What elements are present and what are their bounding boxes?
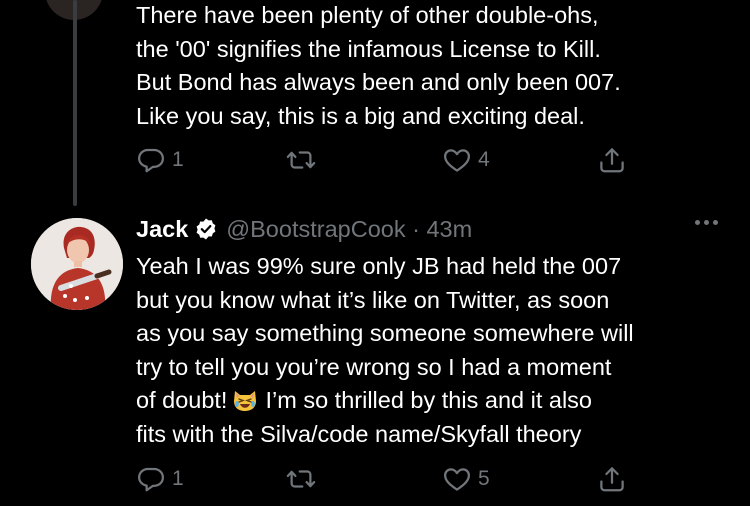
tweet-line: the '00' signifies the infamous License … [136,35,601,62]
tweet-line: try to tell you you’re wrong so I had a … [136,353,612,380]
heart-icon [444,149,470,172]
like-button[interactable]: 5 [442,462,490,496]
more-options-button[interactable] [695,220,718,225]
verified-badge-icon [196,218,216,240]
like-count: 5 [478,467,490,490]
dot-icon [713,220,718,225]
dot-icon [695,220,700,225]
like-count: 4 [478,148,490,171]
tweet-line: There have been plenty of other double-o… [136,2,599,28]
retweet-button[interactable] [286,143,322,177]
like-button[interactable]: 4 [442,143,490,177]
tweet-line: Like you say, this is a big and exciting… [136,102,585,129]
profile-photo [31,218,123,310]
tweet-line: Yeah I was 99% sure only JB had held the… [136,253,622,279]
parent-tweet-text: There have been plenty of other double-o… [136,0,726,133]
tweet-header: Jack @BootstrapCook · 43m [136,212,726,246]
tweet-line: fits with the Silva/code name/Skyfall th… [136,420,582,447]
reply-icon [138,148,164,173]
thread-connector-line [73,0,77,206]
laughing-cat-emoji-icon [234,391,257,411]
avatar[interactable] [31,218,123,310]
reply-tweet-text: Yeah I was 99% sure only JB had held the… [136,250,726,451]
retweet-icon [286,470,316,488]
parent-tweet-actions: 1 4 [136,143,636,177]
line-text: of doubt! [136,387,228,413]
share-button[interactable] [597,143,627,177]
reply-tweet-actions: 1 5 [136,462,636,496]
heart-icon [444,468,470,491]
retweet-button[interactable] [286,462,322,496]
reply-button[interactable]: 1 [136,143,184,177]
share-icon [600,148,624,173]
dot-icon [704,220,709,225]
reply-icon [138,467,164,492]
tweet-line: as you say something someone somewhere w… [136,320,634,346]
retweet-icon [286,151,316,169]
author-name[interactable]: Jack [136,216,188,243]
tweet-line: of doubt! I’m so thrilled by this and it… [136,384,726,418]
reply-button[interactable]: 1 [136,462,184,496]
handle-and-time[interactable]: @BootstrapCook · 43m [226,216,472,243]
share-icon [600,467,624,492]
tweet-line: But Bond has always been and only been 0… [136,69,621,95]
reply-count: 1 [172,148,184,171]
share-button[interactable] [597,462,627,496]
line-text: I’m so thrilled by this and it also [265,387,593,413]
tweet-line: but you know what it’s like on Twitter, … [136,286,610,313]
reply-count: 1 [172,467,184,490]
